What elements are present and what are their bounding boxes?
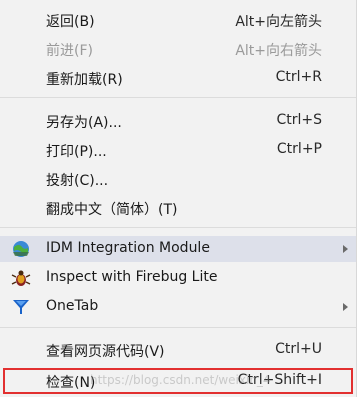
onetab-funnel-icon (10, 297, 32, 317)
firebug-icon (10, 268, 32, 288)
menu-item-label: 查看网页源代码(V) (46, 344, 165, 360)
menu-item-forward[interactable]: 前进(F) Alt+向右箭头 (0, 36, 356, 62)
context-menu: 返回(B) Alt+向左箭头 前进(F) Alt+向右箭头 重新加载(R) Ct… (0, 0, 357, 397)
idm-globe-icon (10, 239, 32, 259)
menu-item-onetab[interactable]: OneTab (0, 294, 356, 320)
menu-item-view-source[interactable]: 查看网页源代码(V) Ctrl+U (0, 337, 356, 363)
submenu-arrow-icon (343, 303, 348, 311)
menu-separator (0, 327, 356, 328)
submenu-arrow-icon (343, 245, 348, 253)
menu-item-translate[interactable]: 翻成中文（简体）(T) (0, 195, 356, 221)
menu-item-label: 打印(P)... (46, 144, 107, 160)
menu-item-shortcut: Ctrl+S (276, 112, 322, 128)
menu-item-label: 另存为(A)... (46, 115, 122, 131)
menu-item-label: Inspect with Firebug Lite (46, 269, 218, 285)
menu-item-shortcut: Ctrl+R (275, 69, 322, 85)
menu-item-label: 重新加载(R) (46, 72, 123, 88)
watermark: https://blog.csdn.net/weixin_4 (90, 373, 271, 387)
menu-item-shortcut: Alt+向右箭头 (235, 43, 322, 59)
menu-item-firebug[interactable]: Inspect with Firebug Lite (0, 265, 356, 291)
menu-separator (0, 227, 356, 228)
menu-item-label: 返回(B) (46, 14, 95, 30)
menu-item-label: 检查(N) (46, 375, 96, 391)
menu-item-reload[interactable]: 重新加载(R) Ctrl+R (0, 65, 356, 91)
menu-item-save-as[interactable]: 另存为(A)... Ctrl+S (0, 108, 356, 134)
menu-item-shortcut: Ctrl+U (275, 341, 322, 357)
menu-item-label: 翻成中文（简体）(T) (46, 202, 178, 218)
menu-item-idm-integration[interactable]: IDM Integration Module (0, 236, 356, 262)
menu-separator (0, 97, 356, 98)
menu-item-label: IDM Integration Module (46, 240, 210, 256)
menu-item-label: 投射(C)... (46, 173, 109, 189)
menu-item-back[interactable]: 返回(B) Alt+向左箭头 (0, 7, 356, 33)
menu-item-print[interactable]: 打印(P)... Ctrl+P (0, 137, 356, 163)
menu-item-cast[interactable]: 投射(C)... (0, 166, 356, 192)
menu-item-shortcut: Ctrl+P (276, 141, 322, 157)
menu-item-label: 前进(F) (46, 43, 93, 59)
menu-item-shortcut: Alt+向左箭头 (235, 14, 322, 30)
menu-item-label: OneTab (46, 298, 99, 314)
